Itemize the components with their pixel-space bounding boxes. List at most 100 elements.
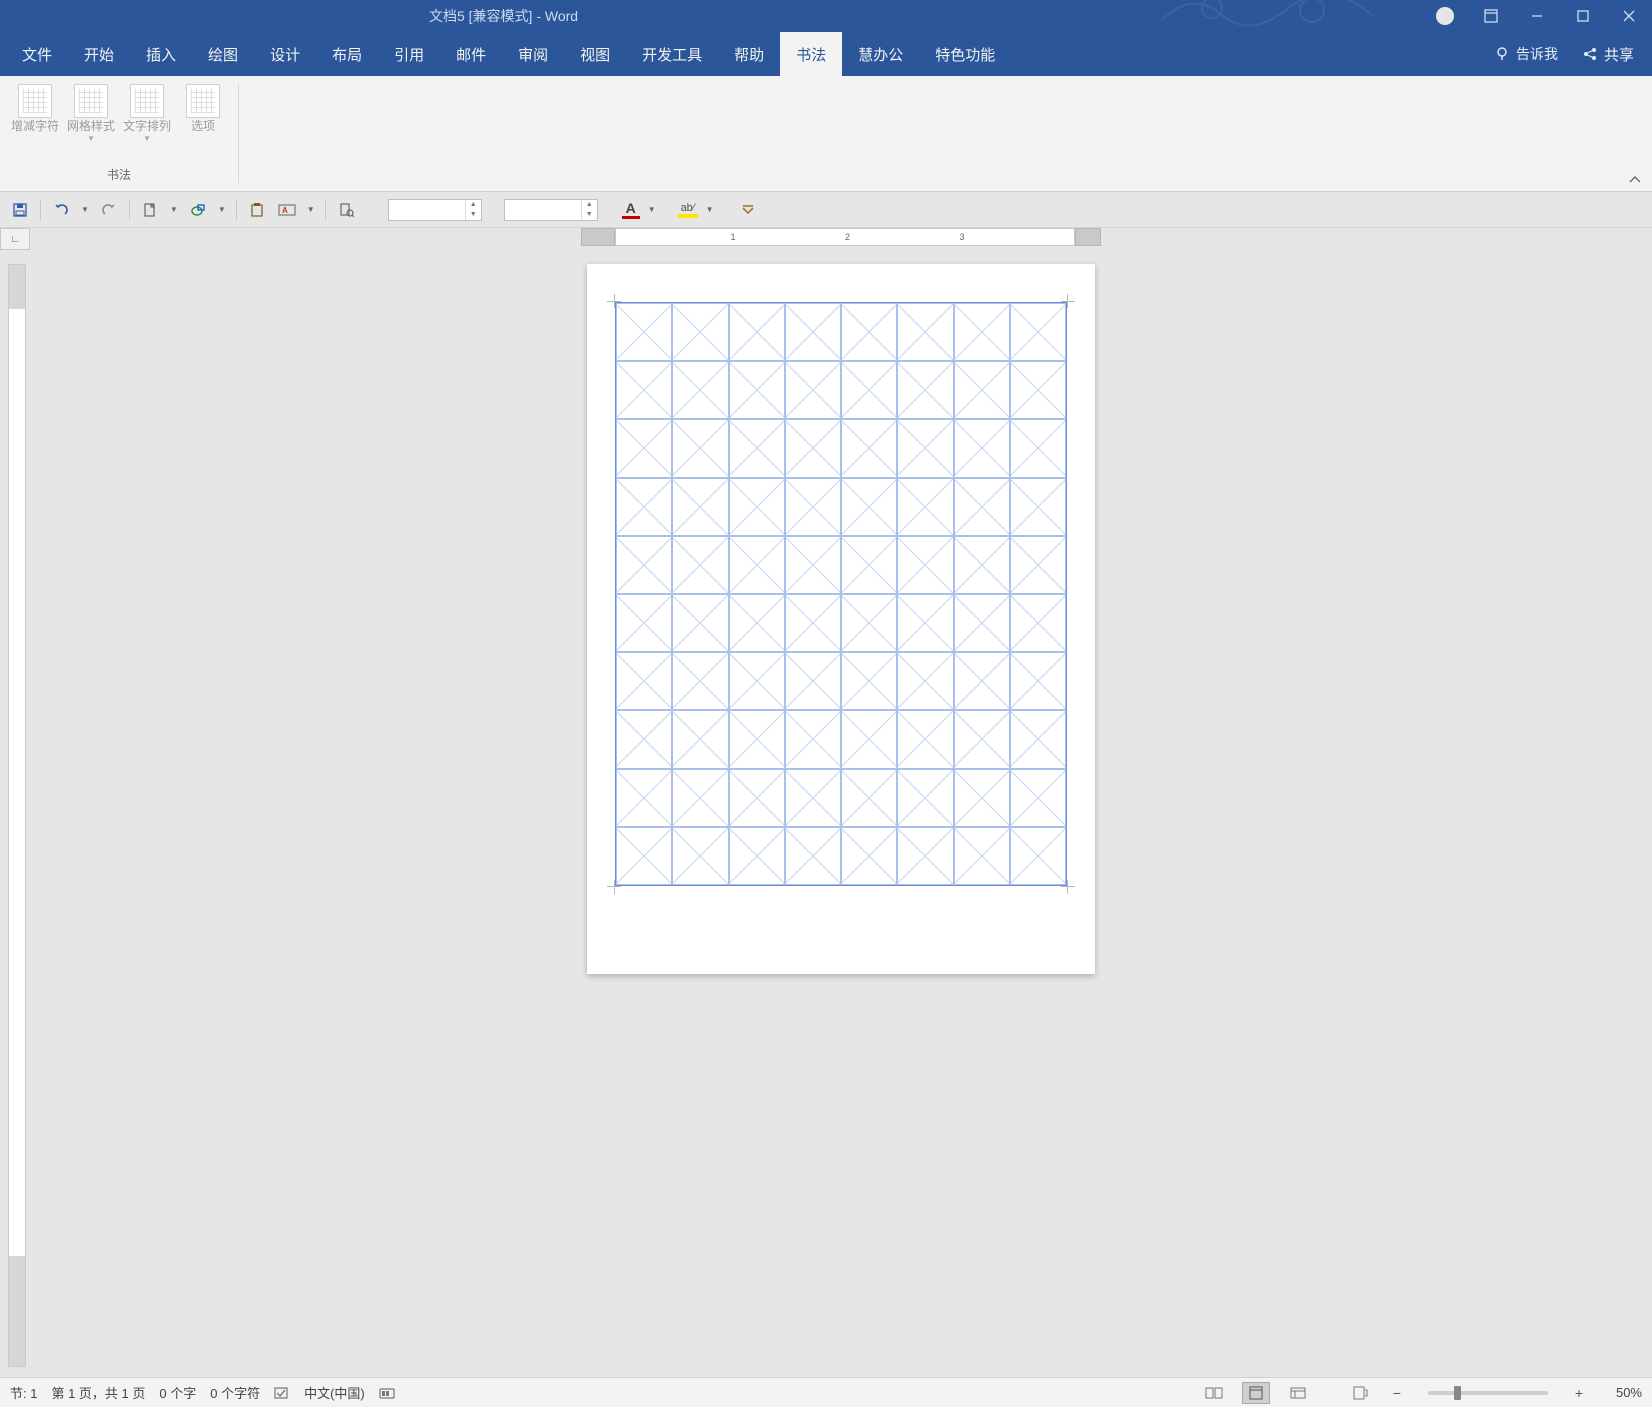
grid-cell xyxy=(1010,769,1066,827)
grid-cell xyxy=(841,827,897,885)
tab-0[interactable]: 文件 xyxy=(6,32,68,76)
highlight-button[interactable]: ab⁄ xyxy=(678,202,698,218)
tell-me[interactable]: 告诉我 xyxy=(1482,32,1570,76)
grid-cell xyxy=(897,361,953,419)
grid-cell xyxy=(616,536,672,594)
grid-cell xyxy=(785,769,841,827)
font-size-combo[interactable]: ▲▼ xyxy=(504,199,598,221)
spin-up-icon[interactable]: ▲ xyxy=(465,200,481,210)
tab-7[interactable]: 邮件 xyxy=(440,32,502,76)
grid-cell xyxy=(785,303,841,361)
grid-cell xyxy=(841,303,897,361)
tab-14[interactable]: 特色功能 xyxy=(919,32,1011,76)
read-mode-button[interactable] xyxy=(1200,1382,1228,1404)
ribbon-btn-icon xyxy=(18,84,52,118)
tab-2[interactable]: 插入 xyxy=(130,32,192,76)
grid-cell xyxy=(616,710,672,768)
spin-down-icon[interactable]: ▼ xyxy=(581,210,597,220)
web-layout-button[interactable] xyxy=(1284,1382,1312,1404)
grid-cell xyxy=(897,419,953,477)
grid-cell xyxy=(672,303,728,361)
ruler-tick: 2 xyxy=(845,232,850,242)
close-button[interactable] xyxy=(1606,0,1652,32)
new-doc-button[interactable] xyxy=(138,198,162,222)
tab-3[interactable]: 绘图 xyxy=(192,32,254,76)
shape-dropdown[interactable]: ▼ xyxy=(216,205,228,214)
document-scroll[interactable]: 1 2 3 xyxy=(30,228,1652,1377)
grid-cell xyxy=(672,710,728,768)
ruler-tick: 3 xyxy=(960,232,965,242)
grid-cell xyxy=(1010,827,1066,885)
ribbon-btn-2[interactable]: 文字排列▼ xyxy=(120,82,174,144)
titlebar-decor xyxy=(1152,0,1412,30)
tab-5[interactable]: 布局 xyxy=(316,32,378,76)
collapse-ribbon-button[interactable] xyxy=(1628,175,1642,185)
redo-button[interactable] xyxy=(97,198,121,222)
new-doc-dropdown[interactable]: ▼ xyxy=(168,205,180,214)
textbox-dropdown[interactable]: ▼ xyxy=(305,205,317,214)
ruler-tick: 1 xyxy=(731,232,736,242)
save-button[interactable] xyxy=(8,198,32,222)
tab-1[interactable]: 开始 xyxy=(68,32,130,76)
tab-13[interactable]: 慧办公 xyxy=(842,32,919,76)
grid-cell xyxy=(729,710,785,768)
status-macro-button[interactable] xyxy=(379,1386,395,1400)
ribbon-display-options-button[interactable] xyxy=(1468,0,1514,32)
grid-cell xyxy=(841,361,897,419)
grid-cell xyxy=(616,361,672,419)
grid-cell xyxy=(785,652,841,710)
maximize-button[interactable] xyxy=(1560,0,1606,32)
share-button[interactable]: 共享 xyxy=(1570,32,1646,76)
ribbon-btn-3[interactable]: 选项 xyxy=(176,82,230,144)
font-color-dropdown[interactable]: ▼ xyxy=(646,205,658,214)
spin-down-icon[interactable]: ▼ xyxy=(465,210,481,220)
print-layout-button[interactable] xyxy=(1242,1382,1270,1404)
zoom-level[interactable]: 50% xyxy=(1602,1385,1642,1400)
page[interactable] xyxy=(587,264,1095,974)
status-proofing-button[interactable] xyxy=(274,1386,290,1400)
tab-10[interactable]: 开发工具 xyxy=(626,32,718,76)
status-language[interactable]: 中文(中国) xyxy=(304,1383,365,1402)
zoom-in-button[interactable]: + xyxy=(1570,1385,1588,1401)
shape-button[interactable] xyxy=(186,198,210,222)
tab-9[interactable]: 视图 xyxy=(564,32,626,76)
ribbon-group-name: 书法 xyxy=(107,166,131,187)
grid-cell xyxy=(841,769,897,827)
tab-11[interactable]: 帮助 xyxy=(718,32,780,76)
ribbon-tabs: 文件开始插入绘图设计布局引用邮件审阅视图开发工具帮助书法慧办公特色功能 告诉我共享 xyxy=(0,32,1652,76)
zoom-slider-thumb[interactable] xyxy=(1454,1386,1461,1400)
horizontal-ruler[interactable]: 1 2 3 xyxy=(581,228,1101,250)
minimize-button[interactable] xyxy=(1514,0,1560,32)
grid-cell xyxy=(841,478,897,536)
tab-6[interactable]: 引用 xyxy=(378,32,440,76)
print-preview-button[interactable] xyxy=(334,198,358,222)
ribbon-btn-0[interactable]: 增减字符 xyxy=(8,82,62,144)
status-page[interactable]: 第 1 页，共 1 页 xyxy=(51,1383,145,1402)
font-combo[interactable]: ▲▼ xyxy=(388,199,482,221)
vertical-ruler[interactable] xyxy=(8,264,26,1367)
more-commands-button[interactable] xyxy=(736,198,760,222)
status-chars[interactable]: 0 个字符 xyxy=(210,1383,260,1402)
paste-options-button[interactable] xyxy=(245,198,269,222)
status-section[interactable]: 节: 1 xyxy=(10,1383,37,1402)
ribbon-btn-1[interactable]: 网格样式▼ xyxy=(64,82,118,144)
tab-12[interactable]: 书法 xyxy=(780,32,842,76)
textbox-button[interactable]: A xyxy=(275,198,299,222)
user-avatar[interactable] xyxy=(1436,7,1454,25)
spin-up-icon[interactable]: ▲ xyxy=(581,200,597,210)
zoom-slider[interactable] xyxy=(1428,1391,1548,1395)
zoom-to-page-button[interactable] xyxy=(1346,1382,1374,1404)
status-words[interactable]: 0 个字 xyxy=(159,1383,196,1402)
grid-cell xyxy=(954,303,1010,361)
undo-dropdown[interactable]: ▼ xyxy=(79,205,91,214)
undo-button[interactable] xyxy=(49,198,73,222)
svg-text:A: A xyxy=(282,206,288,215)
tab-4[interactable]: 设计 xyxy=(254,32,316,76)
ruler-corner[interactable]: ∟ xyxy=(0,228,30,250)
tab-8[interactable]: 审阅 xyxy=(502,32,564,76)
highlight-dropdown[interactable]: ▼ xyxy=(704,205,716,214)
font-color-button[interactable]: A xyxy=(622,201,640,219)
grid-cell xyxy=(897,769,953,827)
zoom-out-button[interactable]: − xyxy=(1388,1385,1406,1401)
grid-cell xyxy=(672,652,728,710)
